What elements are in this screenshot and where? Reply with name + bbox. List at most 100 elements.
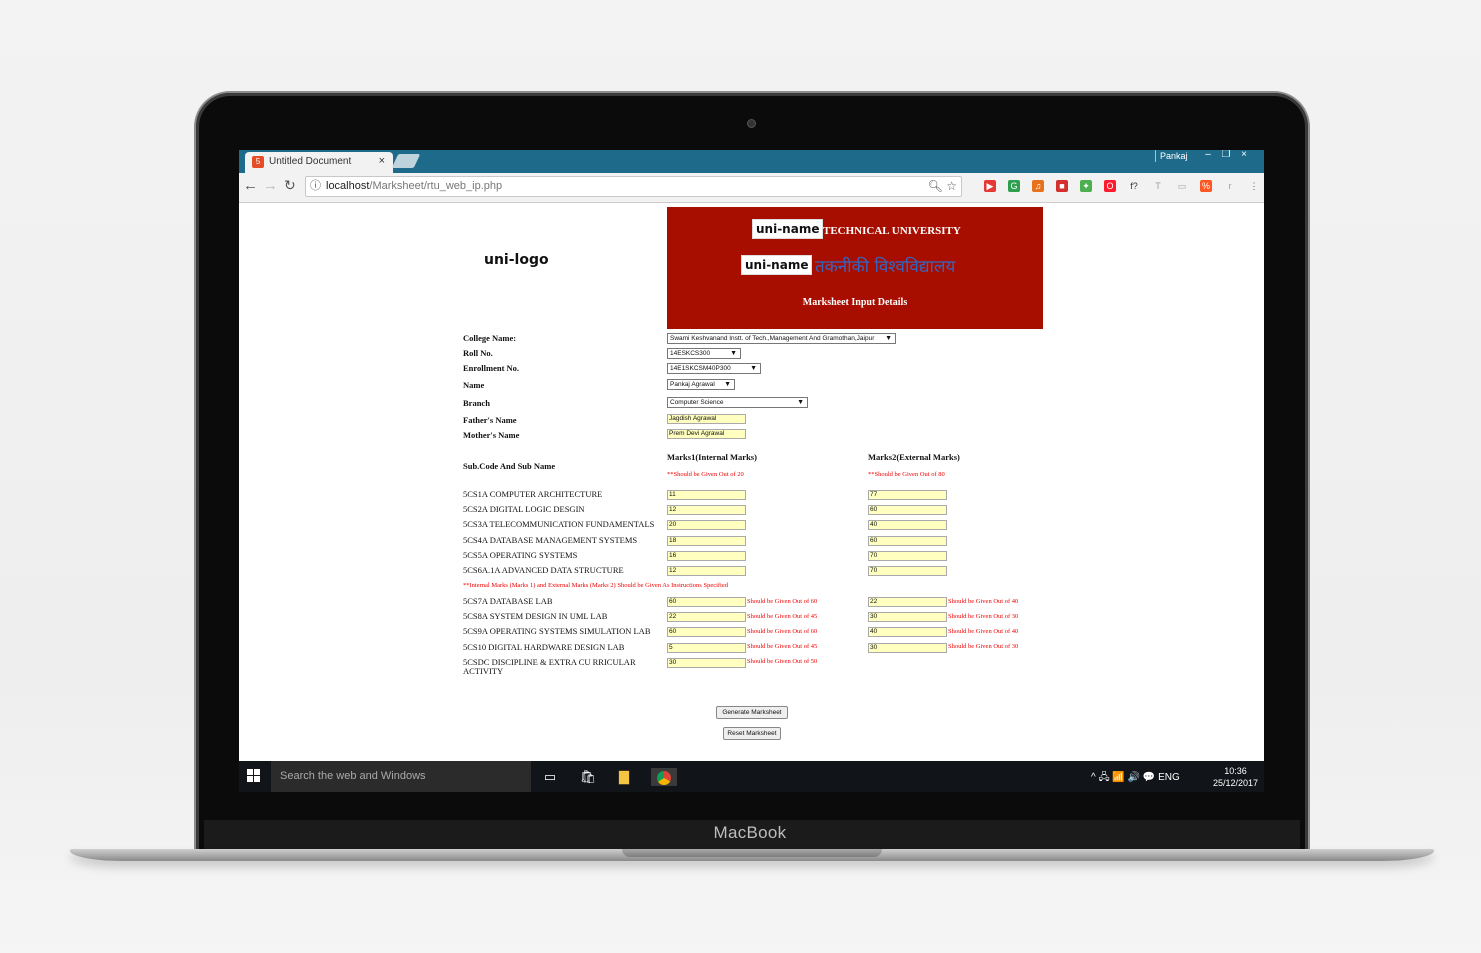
chrome-icon[interactable] [651,768,677,786]
father-name-input[interactable]: Jagdish Agrawal [667,414,746,424]
extension-icon[interactable]: ▭ [1176,180,1188,192]
external-marks-input[interactable]: 40 [868,520,947,531]
banner-title-english: TECHNICAL UNIVERSITY [823,225,961,237]
internal-marks-input[interactable]: 22 [667,612,746,623]
subject-name: 5CS2A DIGITAL LOGIC DESGIN [463,504,585,515]
marks-instruction: **Internal Marks (Marks 1) and External … [463,582,728,589]
windows-start-icon[interactable] [247,769,261,783]
external-marks-input[interactable]: 60 [868,535,947,546]
external-marks-limit-note: Should be Given Out of 30 [948,643,1019,651]
college-label: College Name: [463,333,517,343]
external-marks-input[interactable]: 40 [868,627,947,638]
back-arrow-icon[interactable]: ← [243,177,258,194]
internal-marks-input[interactable]: 12 [667,566,746,576]
external-marks-input[interactable]: 22 [868,597,947,607]
mother-name-input[interactable]: Prem Devi Agrawal [667,429,746,439]
taskbar-clock[interactable]: 10:36 25/12/2017 [1213,765,1258,789]
extension-icon[interactable]: ⋮ [1248,180,1260,192]
extension-icon[interactable]: G [1008,180,1020,192]
internal-marks-note: **Should be Given Out of 20 [667,471,744,478]
url-text: localhost/Marksheet/rtu_web_ip.php [326,177,502,196]
forward-arrow-icon[interactable]: → [263,177,278,194]
extension-icon[interactable]: ■ [1056,180,1068,192]
internal-marks-input[interactable]: 60 [667,597,746,607]
lab-subject-name: 5CS8A SYSTEM DESIGN IN UML LAB [463,611,608,622]
extension-icon[interactable]: ✦ [1080,180,1092,192]
extension-icon[interactable]: % [1200,180,1212,192]
reset-marksheet-button[interactable]: Reset Marksheet [723,727,781,740]
window-controls: – ❐ × [1199,150,1253,160]
browser-toolbar: ← → ↻ ⓘ localhost/Marksheet/rtu_web_ip.p… [239,173,1264,203]
enrollment-select[interactable]: 14E1SKCSM40P300 ▼ [667,363,761,374]
external-marks-limit-note: Should be Given Out of 30 [948,612,1019,620]
clock-time: 10:36 [1224,766,1247,776]
university-logo-placeholder: uni-logo [484,252,549,268]
banner-subtitle: Marksheet Input Details [802,297,908,308]
close-window-button[interactable]: × [1235,150,1253,160]
extension-icon[interactable]: ♫ [1032,180,1044,192]
external-marks-limit-note: Should be Given Out of 40 [948,627,1019,635]
name-value: Pankaj Agrawal [670,381,715,388]
external-marks-input[interactable]: 70 [868,566,947,576]
store-icon[interactable]: 🛍︎ [579,768,597,786]
file-explorer-icon[interactable]: ▇ [615,768,633,786]
new-tab-button[interactable] [391,154,421,168]
internal-marks-input[interactable]: 16 [667,550,746,561]
subject-name: 5CS5A OPERATING SYSTEMS [463,549,578,560]
roll-label: Roll No. [463,348,493,358]
task-view-icon[interactable]: ▭ [541,768,559,786]
external-marks-input[interactable]: 77 [868,490,947,500]
external-marks-limit-note: Should be Given Out of 40 [948,597,1019,605]
window-user-name[interactable]: Pankaj [1155,150,1192,162]
subject-name: 5CS6A.1A ADVANCED DATA STRUCTURE [463,565,624,575]
laptop-brand: MacBook [713,823,787,842]
internal-marks-input[interactable]: 60 [667,627,746,638]
subject-name: 5CS4A DATABASE MANAGEMENT SYSTEMS [463,534,638,545]
info-icon[interactable]: ⓘ [310,177,321,196]
internal-marks-limit-note: Should be Given Out of 60 [747,597,818,605]
roll-select[interactable]: 14ESKCS300 ▼ [667,348,741,359]
browser-tab[interactable]: 5 Untitled Document × [245,152,393,173]
extension-icon[interactable]: ▶ [984,180,996,192]
lab-subject-name: 5CS10 DIGITAL HARDWARE DESIGN LAB [463,641,625,652]
university-banner: uni-name TECHNICAL UNIVERSITY uni-name त… [667,207,1043,329]
college-select[interactable]: Swami Keshvanand Instt. of Tech.,Managem… [667,333,896,344]
branch-value: Computer Science [670,399,724,406]
name-select[interactable]: Pankaj Agrawal ▼ [667,379,735,390]
external-marks-note: **Should be Given Out of 80 [868,471,945,478]
internal-marks-input[interactable]: 18 [667,535,746,546]
internal-marks-limit-note: Should be Given Out of 50 [747,658,818,666]
internal-marks-input[interactable]: 5 [667,642,746,653]
branch-label: Branch [463,398,490,408]
roll-value: 14ESKCS300 [670,350,711,357]
dropdown-arrow-icon: ▼ [885,335,892,342]
internal-marks-input[interactable]: 11 [667,490,746,500]
reload-icon[interactable]: ↻ [284,177,296,194]
clock-date: 25/12/2017 [1213,778,1259,788]
extension-icon[interactable]: f? [1128,180,1140,192]
zoom-icon[interactable]: 🔍︎ ☆ [928,177,957,196]
internal-marks-input[interactable]: 12 [667,505,746,516]
laptop-hinge-notch [622,849,882,857]
enrollment-value: 14E1SKCSM40P300 [670,365,731,372]
external-marks-input[interactable]: 60 [868,505,947,516]
generate-marksheet-button[interactable]: Generate Marksheet [716,706,788,719]
college-value: Swami Keshvanand Instt. of Tech.,Managem… [670,335,875,342]
branch-select[interactable]: Computer Science ▼ [667,397,808,408]
restore-button[interactable]: ❐ [1217,150,1235,160]
tab-close-icon[interactable]: × [379,152,385,171]
internal-marks-input[interactable]: 20 [667,520,746,531]
bookmark-star-icon[interactable]: ☆ [946,179,957,193]
address-bar[interactable]: ⓘ localhost/Marksheet/rtu_web_ip.php 🔍︎ … [305,176,962,197]
external-marks-input[interactable]: 30 [868,612,947,623]
taskbar-search-box[interactable]: Search the web and Windows [271,761,531,792]
system-tray[interactable]: ^ 🖧 📶 🔊 💬 ENG [1091,770,1180,787]
external-marks-input[interactable]: 30 [868,642,947,653]
url-host: localhost [326,180,370,192]
minimize-button[interactable]: – [1199,150,1217,160]
external-marks-input[interactable]: 70 [868,550,947,561]
extension-icon[interactable]: O [1104,180,1116,192]
internal-marks-input[interactable]: 30 [667,657,746,668]
extension-icon[interactable]: r [1224,180,1236,192]
extension-icon[interactable]: T [1152,180,1164,192]
